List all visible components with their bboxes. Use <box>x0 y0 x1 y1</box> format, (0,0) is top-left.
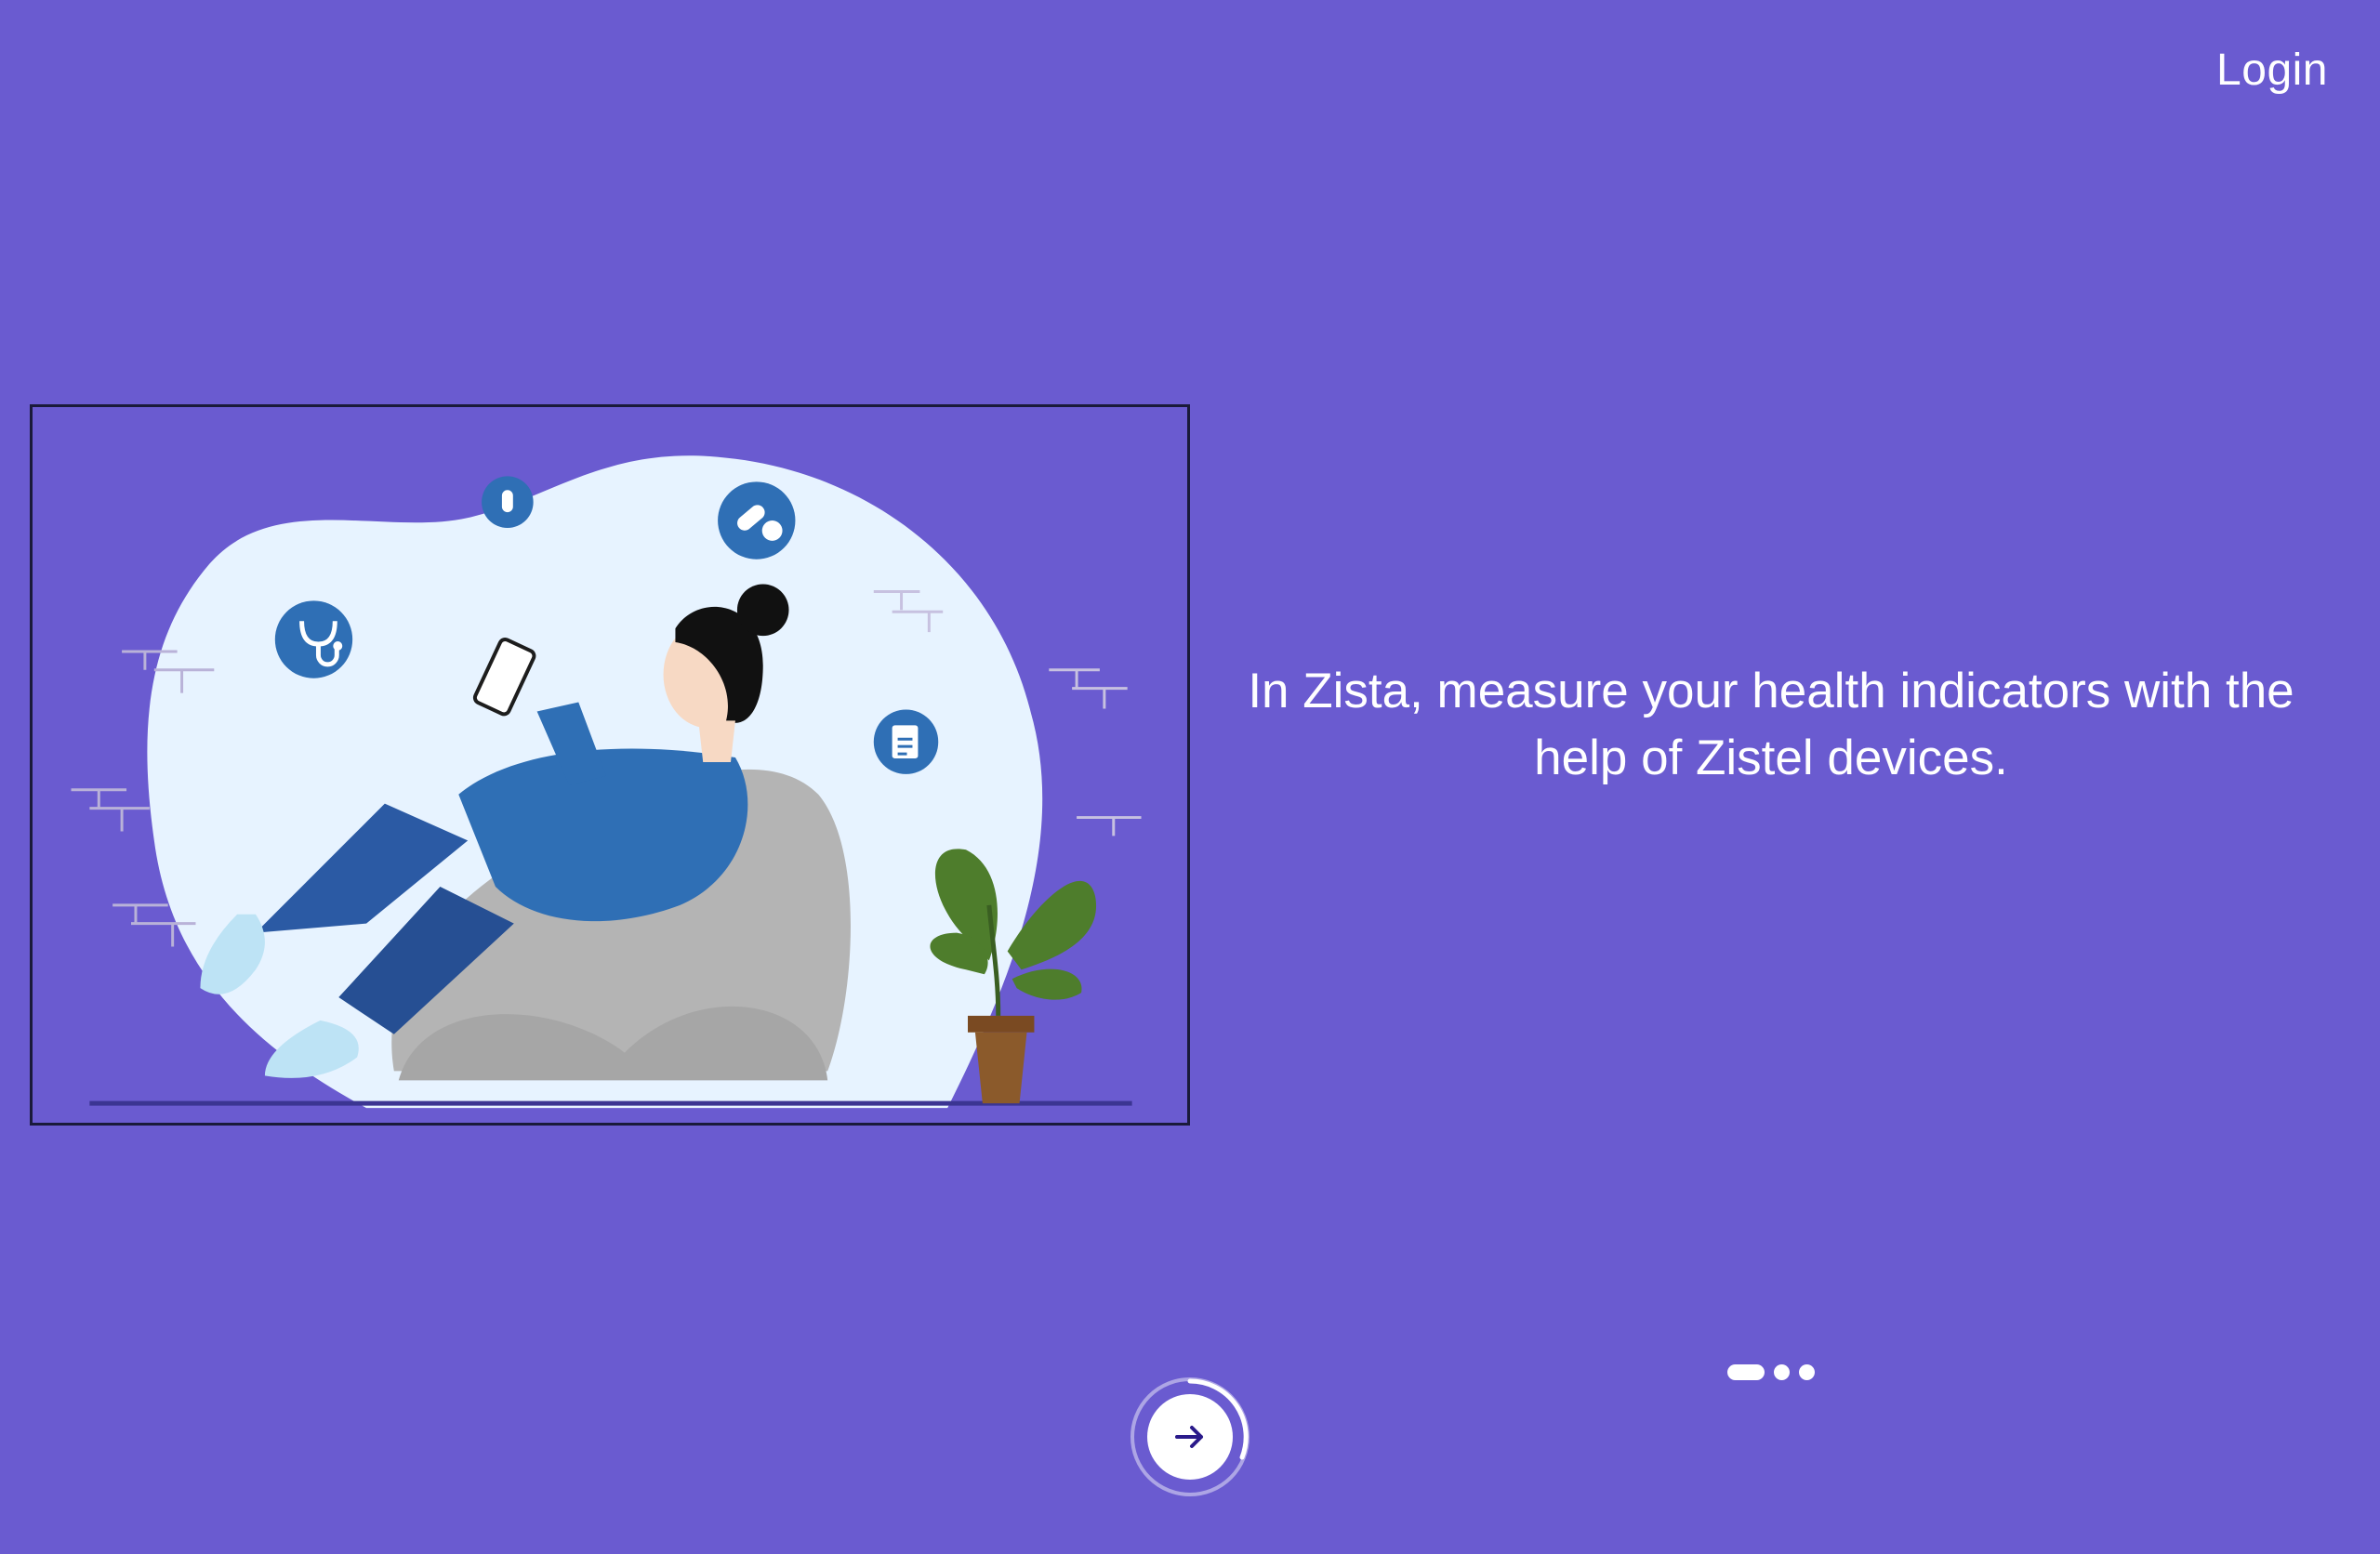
page-dot <box>1799 1364 1815 1380</box>
next-button[interactable] <box>1130 1377 1250 1496</box>
onboarding-screen: Login In Zista, measure your health indi… <box>0 0 2380 1554</box>
arrow-right-icon <box>1175 1426 1203 1448</box>
next-button-core[interactable] <box>1147 1394 1233 1480</box>
onboarding-illustration <box>30 404 1190 1126</box>
page-indicator <box>1727 1364 1815 1380</box>
login-link[interactable]: Login <box>2216 45 2328 96</box>
onboarding-tagline: In Zista, measure your health indicators… <box>1248 664 2294 785</box>
page-dot-active <box>1727 1364 1765 1380</box>
page-dot <box>1774 1364 1790 1380</box>
